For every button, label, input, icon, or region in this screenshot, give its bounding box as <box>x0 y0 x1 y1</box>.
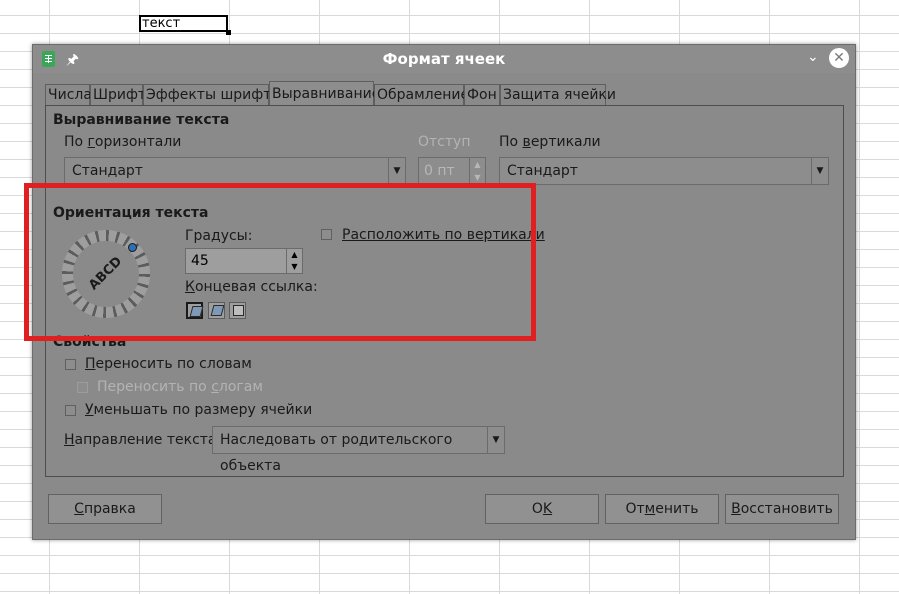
dialog-title: Формат ячеек <box>382 50 506 68</box>
horizontal-select[interactable]: Стандарт ▼ <box>64 157 406 185</box>
vertical-select[interactable]: Стандарт ▼ <box>499 157 829 185</box>
cancel-button[interactable]: Отменить <box>605 494 719 524</box>
properties-heading: Свойства <box>53 334 127 350</box>
text-direction-select[interactable]: Наследовать от родительского объекта ▼ <box>212 426 505 474</box>
chevron-down-icon: ▼ <box>487 427 504 453</box>
tab-cell-protection[interactable]: Защита ячейки <box>500 84 616 106</box>
title-bar: 🖈 Формат ячеек ⌄ ✕ <box>33 45 855 73</box>
chevron-down-icon: ▼ <box>388 158 405 184</box>
edge-top-button[interactable] <box>208 302 225 319</box>
indent-spinbox: 0 пт ▲ ▼ <box>418 157 486 185</box>
spin-arrows-icon: ▲ ▼ <box>469 158 485 184</box>
fill-handle[interactable] <box>226 30 231 35</box>
reset-button[interactable]: Восстановить <box>725 494 839 524</box>
tab-borders[interactable]: Обрамление <box>374 84 469 106</box>
wrap-words-checkbox[interactable] <box>65 359 76 370</box>
tab-font[interactable]: Шрифт <box>90 84 146 106</box>
tab-background[interactable]: Фон <box>464 84 500 106</box>
vertical-stack-label: Расположить по вертикали <box>342 227 545 243</box>
edge-top-icon <box>210 305 225 316</box>
help-button[interactable]: Справка <box>48 494 162 524</box>
edge-inside-icon <box>233 305 244 316</box>
edge-bottom-icon <box>189 306 204 317</box>
edge-inside-button[interactable] <box>229 302 246 319</box>
degrees-label: Градусы: <box>185 228 253 244</box>
dial-knob[interactable] <box>128 243 137 252</box>
text-direction-label: Направление текста: <box>64 432 222 448</box>
text-orientation-heading: Ориентация текста <box>53 205 209 221</box>
shrink-to-fit-checkbox[interactable] <box>65 405 76 416</box>
wrap-words-label: Переносить по словам <box>85 356 252 372</box>
degrees-spinbox[interactable]: 45 ▲ ▼ <box>185 248 303 274</box>
ok-button[interactable]: OK <box>485 494 599 524</box>
hyphenate-checkbox <box>77 382 88 393</box>
indent-label: Отступ <box>418 134 471 150</box>
spin-arrows-icon[interactable]: ▲ ▼ <box>286 249 302 273</box>
shrink-to-fit-label: Уменьшать по размеру ячейки <box>85 402 313 418</box>
tab-font-effects[interactable]: Эффекты шрифта <box>143 84 280 106</box>
rotation-dial[interactable]: ABCD <box>62 230 150 318</box>
close-icon[interactable]: ✕ <box>829 48 849 68</box>
edge-bottom-button[interactable] <box>186 302 204 319</box>
tab-numbers[interactable]: Числа <box>45 84 92 106</box>
vertical-label: По вертикали <box>499 134 601 150</box>
selected-cell[interactable]: текст <box>139 15 228 32</box>
chevron-down-icon[interactable]: ⌄ <box>807 49 819 65</box>
tab-alignment[interactable]: Выравнивание <box>269 81 380 107</box>
text-alignment-heading: Выравнивание текста <box>53 112 230 128</box>
hyphenate-label: Переносить по слогам <box>97 379 263 395</box>
chevron-down-icon: ▼ <box>811 158 828 184</box>
vertical-stack-checkbox[interactable] <box>321 229 332 240</box>
horizontal-label: По горизонтали <box>64 134 182 150</box>
reference-edge-label: Концевая ссылка: <box>185 279 318 295</box>
